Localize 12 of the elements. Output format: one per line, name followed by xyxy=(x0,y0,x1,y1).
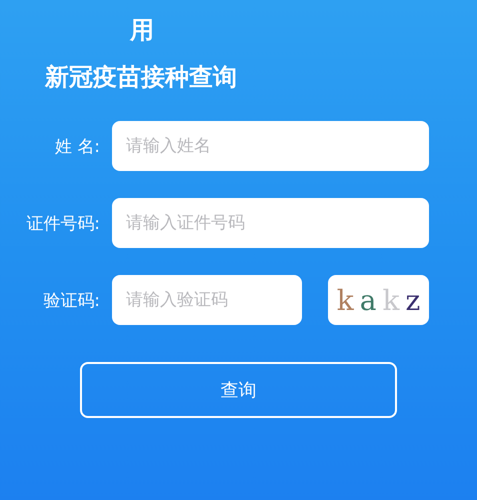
input-field[interactable]: 请输入验证码 xyxy=(112,275,302,325)
input-field[interactable]: 请输入姓名 xyxy=(112,121,429,171)
field-label: 验证码: xyxy=(42,290,101,312)
field-label: 证件号码: xyxy=(25,212,101,234)
field-label: 姓 名: xyxy=(54,136,101,158)
query-button[interactable]: 查询 xyxy=(80,362,397,418)
captcha-letter: a xyxy=(360,284,376,316)
input-field[interactable]: 请输入证件号码 xyxy=(112,198,429,248)
page-title: 新冠疫苗接种查询 xyxy=(45,62,237,93)
captcha-letter: z xyxy=(405,284,420,316)
greeting-text: 用 xyxy=(130,15,155,46)
captcha-letter: k xyxy=(336,284,354,316)
